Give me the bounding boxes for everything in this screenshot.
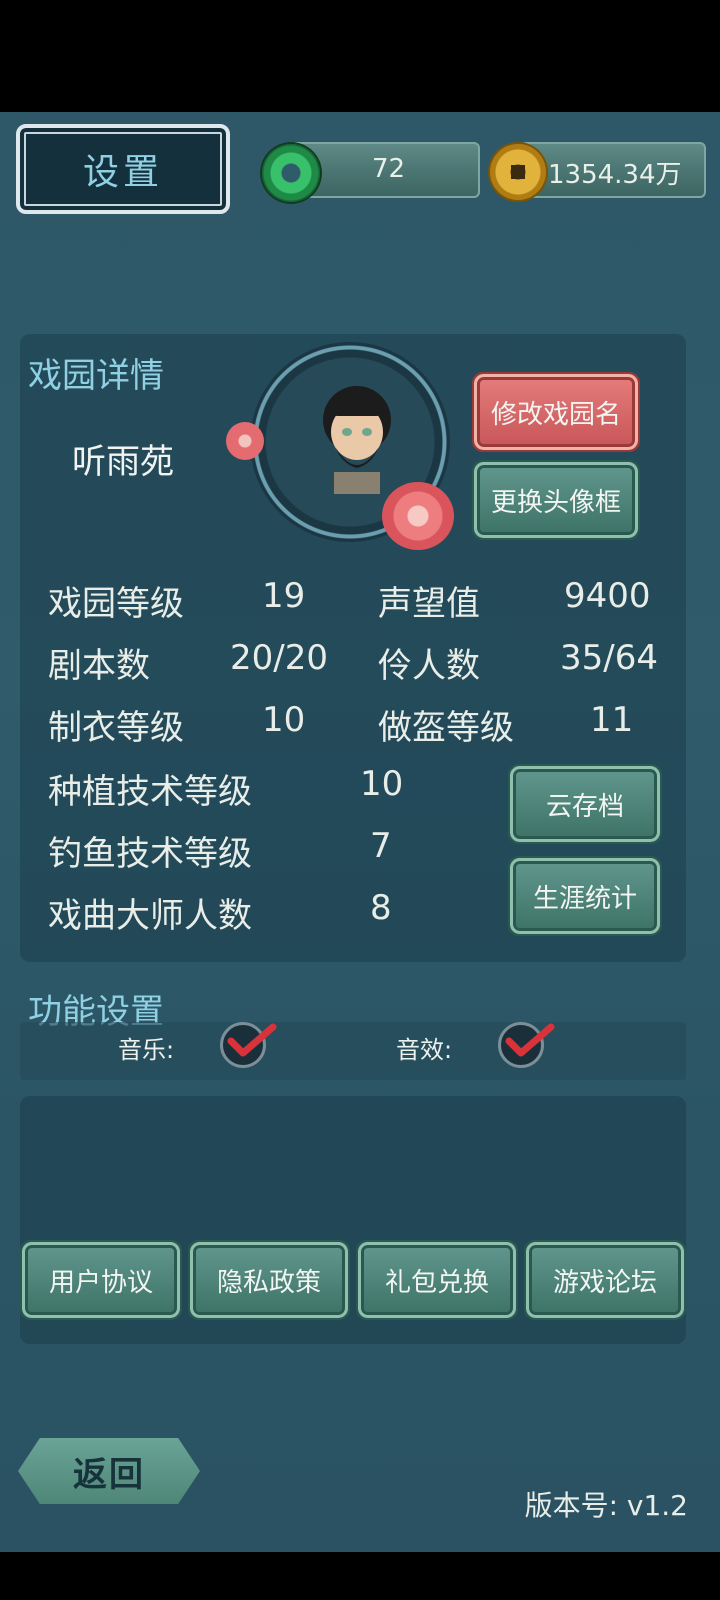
stat-label-planting: 种植技术等级 [48,772,252,812]
stat-label-scripts: 剧本数 [48,646,150,686]
coin-value: 1354.34万 [548,160,682,190]
jade-ring-icon [262,144,320,202]
stat-value-tailoring: 10 [262,700,306,740]
sfx-checkbox[interactable] [498,1022,555,1068]
stat-value-helmet: 11 [590,700,634,740]
gift-redeem-button[interactable]: 礼包兑换 [364,1248,510,1312]
stat-label-helmet: 做盔等级 [378,708,514,748]
version-label: 版本号: v1.2 [524,1489,688,1522]
checkmark-icon [227,1023,277,1057]
stat-label-fishing: 钓鱼技术等级 [48,834,252,874]
game-forum-button[interactable]: 游戏论坛 [532,1248,678,1312]
music-label: 音乐: [118,1036,175,1064]
stat-value-scripts: 20/20 [230,638,328,678]
privacy-policy-button[interactable]: 隐私政策 [196,1248,342,1312]
user-agreement-button[interactable]: 用户协议 [28,1248,174,1312]
page-title: 设置 [82,152,163,193]
change-avatar-frame-button[interactable]: 更换头像框 [480,468,632,532]
music-checkbox[interactable] [220,1022,277,1068]
back-button[interactable]: 返回 [18,1438,200,1504]
settings-screen: 设置 72 1354.34万 戏园详情 听雨苑 修改戏园名 更换头像框 戏园等级… [0,112,720,1552]
hairpin-flower-icon [226,422,264,460]
stat-label-garden-level: 戏园等级 [48,584,184,624]
garden-name: 听雨苑 [72,442,174,482]
stat-value-planting: 10 [360,764,404,804]
page-title-frame: 设置 [16,124,230,214]
coin-resource-bar: 1354.34万 [520,142,706,198]
stat-label-masters: 戏曲大师人数 [48,896,252,936]
back-button-label: 返回 [73,1454,145,1495]
career-stats-button[interactable]: 生涯统计 [516,864,654,928]
stat-value-garden-level: 19 [262,576,306,616]
jade-value: 72 [372,154,406,184]
stat-label-performers: 伶人数 [378,646,480,686]
stat-value-performers: 35/64 [560,638,658,678]
rename-garden-button[interactable]: 修改戏园名 [480,380,632,444]
peony-flower-icon [382,482,454,550]
stat-value-masters: 8 [370,888,392,928]
copper-coin-icon [490,144,546,200]
stat-label-reputation: 声望值 [378,584,480,624]
stat-value-fishing: 7 [370,826,392,866]
system-nav-bar [0,1552,720,1600]
cloud-save-button[interactable]: 云存档 [516,772,654,836]
sfx-label: 音效: [396,1036,453,1064]
stat-value-reputation: 9400 [564,576,651,616]
garden-section-title: 戏园详情 [28,356,164,396]
stat-label-tailoring: 制衣等级 [48,708,184,748]
checkmark-icon [505,1023,555,1057]
avatar [323,386,391,494]
